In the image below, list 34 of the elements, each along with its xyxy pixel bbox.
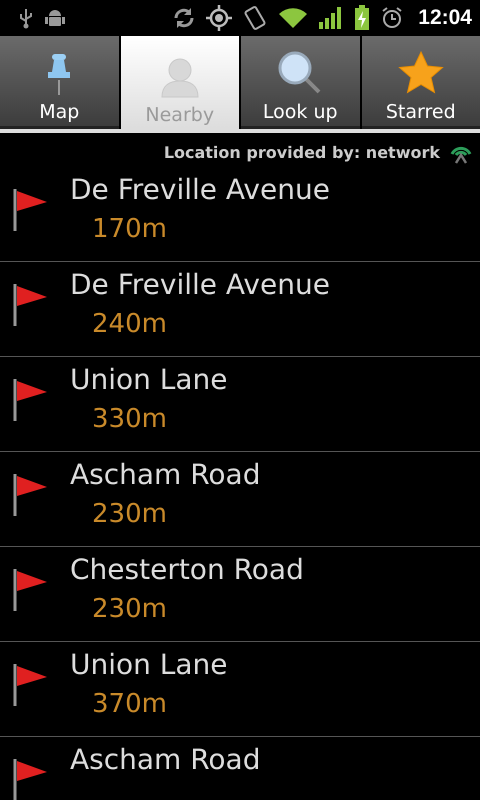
place-name: Union Lane	[70, 648, 228, 682]
place-name: Ascham Road	[70, 743, 260, 777]
alarm-clock-icon	[380, 6, 404, 30]
distance-text: 230m	[92, 498, 168, 530]
clock-time: 12:04	[418, 6, 472, 30]
battery-charging-icon	[354, 5, 370, 31]
place-list-item[interactable]: Ascham Road	[0, 737, 480, 800]
gps-icon	[206, 5, 232, 31]
place-list-item[interactable]: De Freville Avenue 170m	[0, 167, 480, 262]
sync-icon	[172, 6, 196, 30]
place-list-item[interactable]: Chesterton Road 230m	[0, 547, 480, 642]
place-name: De Freville Avenue	[70, 173, 330, 207]
vibrate-icon	[242, 5, 268, 31]
distance-text: 230m	[92, 593, 168, 625]
wifi-icon	[278, 6, 308, 30]
distance-text: 330m	[92, 403, 168, 435]
distance-text: 240m	[92, 308, 168, 340]
location-source-text: Location provided by: network	[164, 142, 440, 162]
distance-text: 170m	[92, 213, 168, 245]
place-name: Union Lane	[70, 363, 228, 397]
place-list-item[interactable]: Union Lane 330m	[0, 357, 480, 452]
place-name: Chesterton Road	[70, 553, 304, 587]
place-list-item[interactable]: Union Lane 370m	[0, 642, 480, 737]
tab[interactable]: Starred	[362, 36, 480, 129]
robot-icon	[44, 8, 66, 28]
place-list-item[interactable]: De Freville Avenue 240m	[0, 262, 480, 357]
distance-text: 370m	[92, 688, 168, 720]
tab[interactable]: Map	[0, 36, 118, 129]
place-name: Ascham Road	[70, 458, 260, 492]
usb-icon	[18, 7, 34, 29]
place-name: De Freville Avenue	[70, 268, 330, 302]
place-list-item[interactable]: Ascham Road 230m	[0, 452, 480, 547]
star-icon	[396, 50, 445, 96]
tab[interactable]: Look up	[241, 36, 360, 129]
